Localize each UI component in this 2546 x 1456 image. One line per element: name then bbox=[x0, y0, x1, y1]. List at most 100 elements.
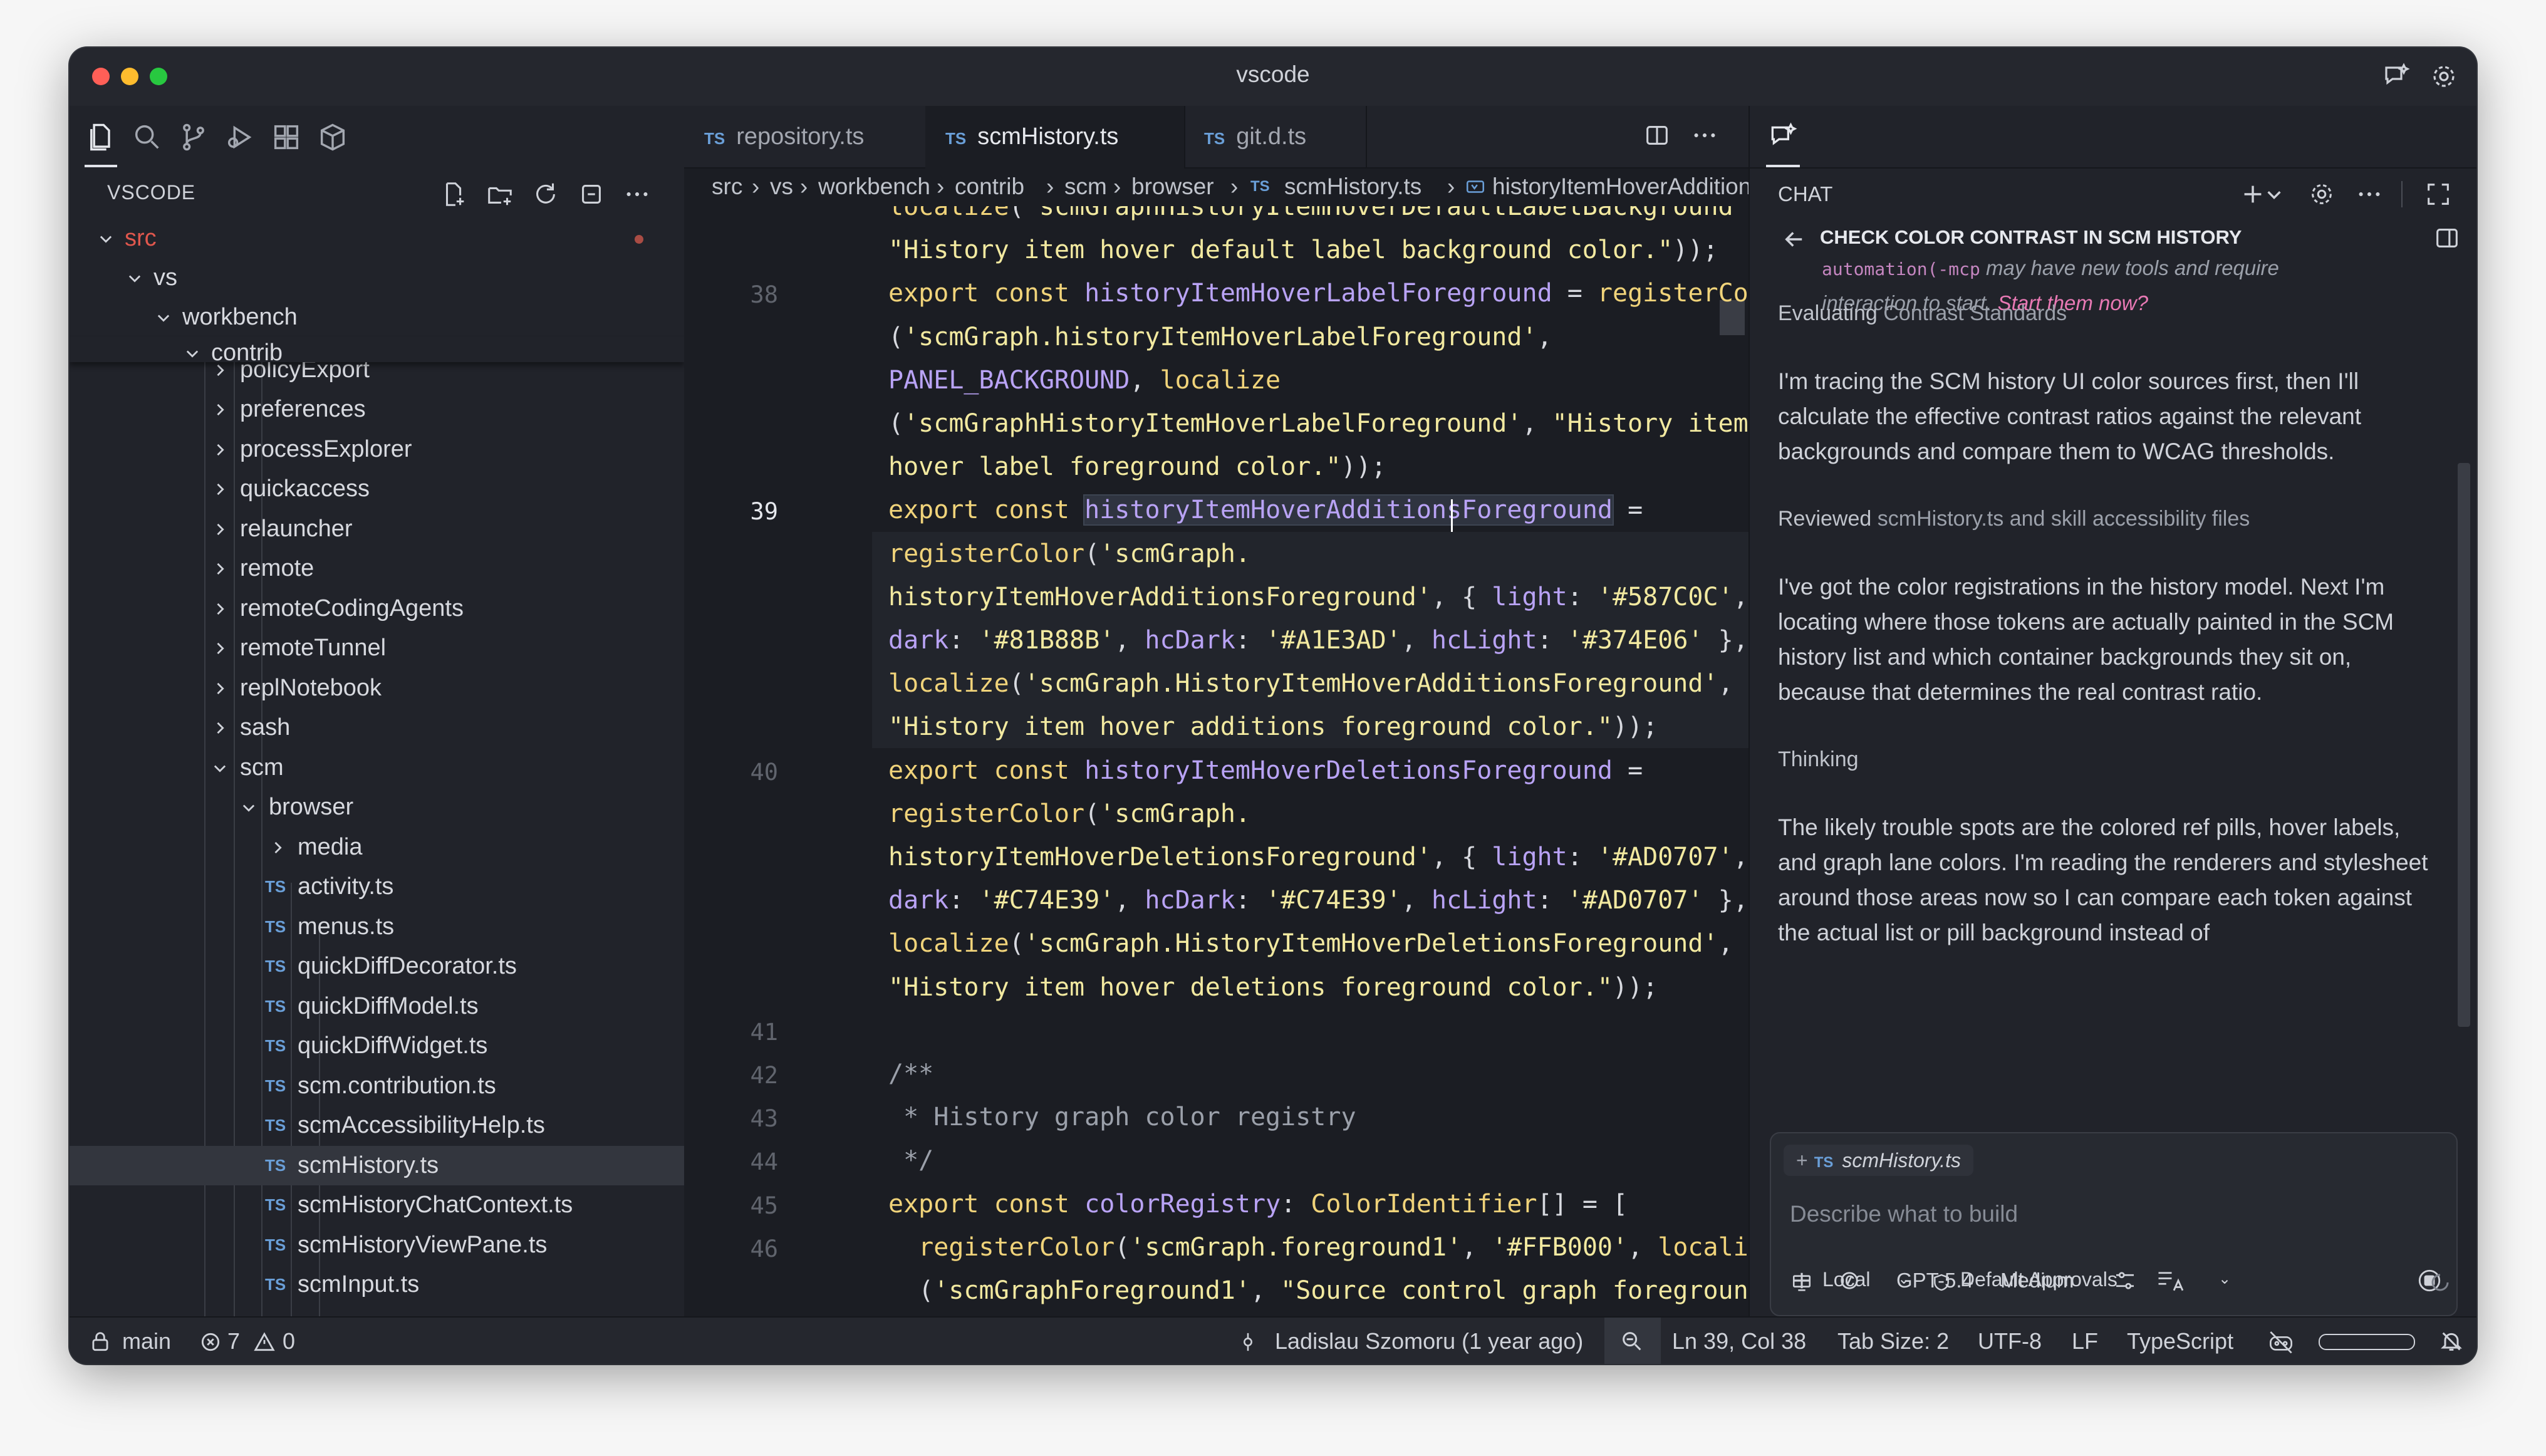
tree-folder-preferences[interactable]: preferences bbox=[70, 390, 684, 429]
code-view[interactable]: localize('scmGraphHistoryItemHoverDefaul… bbox=[684, 206, 1748, 1316]
tree-folder-sash[interactable]: sash bbox=[70, 708, 684, 747]
code-line[interactable]: hover label foreground color.")); bbox=[888, 452, 1386, 481]
code-line[interactable]: localize('scmGraph.HistoryItemHoverAddit… bbox=[888, 669, 1733, 698]
breadcrumb-item[interactable]: scm bbox=[1064, 167, 1107, 206]
context-attachment[interactable]: + TS scmHistory.ts bbox=[1784, 1145, 1973, 1176]
breadcrumb-item[interactable]: scmHistory.ts bbox=[1284, 167, 1421, 206]
gear-icon[interactable] bbox=[2429, 61, 2459, 91]
tree-folder-quickaccess[interactable]: quickaccess bbox=[70, 469, 684, 509]
chevron-down-icon[interactable] bbox=[2265, 180, 2284, 209]
tab-size[interactable]: Tab Size: 2 bbox=[1837, 1318, 1949, 1364]
code-line[interactable]: export const historyItemHoverAdditionsFo… bbox=[888, 494, 1643, 526]
code-line[interactable]: registerColor('scmGraph. bbox=[888, 539, 1250, 568]
code-line[interactable]: dark: '#C74E39', hcDark: '#C74E39', hcLi… bbox=[888, 886, 1748, 915]
package-icon[interactable] bbox=[316, 121, 349, 153]
more-icon[interactable] bbox=[623, 180, 652, 209]
tree-folder-scm[interactable]: scm bbox=[70, 748, 684, 788]
code-line[interactable]: registerColor('scmGraph. bbox=[888, 799, 1250, 828]
code-line[interactable]: PANEL_BACKGROUND, localize bbox=[888, 366, 1281, 395]
extensions-icon[interactable] bbox=[270, 121, 303, 153]
code-line[interactable]: localize('scmGraphHistoryItemHoverDefaul… bbox=[888, 206, 1748, 221]
code-line[interactable]: "History item hover deletions foreground… bbox=[888, 973, 1658, 1002]
tree-folder-workbench[interactable]: workbench bbox=[70, 298, 684, 337]
tree-file-quickdiffdecorator[interactable]: TS quickDiffDecorator.ts bbox=[70, 947, 684, 986]
new-folder-icon[interactable] bbox=[486, 180, 514, 209]
breadcrumb-item[interactable]: contrib bbox=[955, 167, 1024, 206]
code-line[interactable]: "History item hover default label backgr… bbox=[888, 236, 1718, 264]
language-mode[interactable]: TypeScript bbox=[2127, 1318, 2233, 1364]
breadcrumb-item[interactable]: src bbox=[712, 167, 742, 206]
encoding[interactable]: UTF-8 bbox=[1978, 1318, 2042, 1364]
tree-folder-remotetunnel[interactable]: remoteTunnel bbox=[70, 628, 684, 668]
bell-off-icon[interactable] bbox=[2439, 1329, 2464, 1354]
approvals-picker[interactable]: Default Approvals bbox=[1960, 1265, 2117, 1294]
more-icon[interactable] bbox=[1690, 121, 1719, 150]
code-line[interactable]: export const historyItemHoverDeletionsFo… bbox=[888, 756, 1643, 785]
zoom-item[interactable] bbox=[1604, 1318, 1661, 1364]
breadcrumb-item[interactable]: workbench bbox=[818, 167, 930, 206]
code-line[interactable]: /** bbox=[888, 1059, 933, 1088]
code-line[interactable]: */ bbox=[888, 1146, 933, 1175]
refresh-icon[interactable] bbox=[531, 180, 560, 209]
breadcrumb-item[interactable]: vs bbox=[770, 167, 793, 206]
chat-toggle-icon[interactable] bbox=[2381, 61, 2411, 91]
maximize-icon[interactable] bbox=[2424, 180, 2453, 209]
code-line[interactable]: export const historyItemHoverLabelForegr… bbox=[888, 279, 1748, 308]
tree-folder-src[interactable]: src bbox=[70, 219, 684, 258]
breadcrumb-item[interactable]: browser bbox=[1131, 167, 1214, 206]
back-arrow-icon[interactable] bbox=[1781, 226, 1807, 252]
tree-file-scmaccessibilityhelp[interactable]: TS scmAccessibilityHelp.ts bbox=[70, 1106, 684, 1145]
plus-icon[interactable] bbox=[2238, 180, 2267, 209]
tree-folder-replnotebook[interactable]: replNotebook bbox=[70, 668, 684, 708]
line-ending[interactable]: LF bbox=[2072, 1318, 2098, 1364]
code-line[interactable]: ('scmGraph.historyItemHoverLabelForegrou… bbox=[888, 323, 1552, 351]
chat-icon[interactable] bbox=[1767, 121, 1799, 152]
split-editor-icon[interactable] bbox=[1643, 121, 1671, 150]
code-line[interactable]: localize('scmGraph.HistoryItemHoverDelet… bbox=[888, 929, 1733, 958]
source-control-icon[interactable] bbox=[177, 121, 210, 153]
code-line[interactable]: historyItemHoverDeletionsForeground', { … bbox=[888, 843, 1748, 871]
tree-folder-media[interactable]: media bbox=[70, 828, 684, 867]
code-line[interactable]: historyItemHoverAdditionsForeground', { … bbox=[888, 583, 1748, 611]
tree-folder-remote[interactable]: remote bbox=[70, 549, 684, 588]
collapse-all-icon[interactable] bbox=[577, 180, 606, 209]
tree-folder-processexplorer[interactable]: processExplorer bbox=[70, 430, 684, 469]
new-file-icon[interactable] bbox=[440, 180, 469, 209]
code-line[interactable]: registerColor('scmGraph.foreground1', '#… bbox=[888, 1233, 1748, 1262]
chat-input[interactable]: Describe what to build bbox=[1790, 1201, 2018, 1227]
gear-icon[interactable] bbox=[2307, 180, 2336, 209]
files-icon[interactable] bbox=[85, 121, 117, 153]
breadcrumb-item[interactable]: historyItemHoverAdditionsForeground bbox=[1492, 167, 1748, 206]
git-blame[interactable]: Ladislau Szomoru (1 year ago) bbox=[1275, 1318, 1583, 1364]
sidebar-toggle-icon[interactable] bbox=[2433, 224, 2461, 252]
code-line[interactable]: dark: '#81B88B', hcDark: '#A1E3AD', hcLi… bbox=[888, 626, 1748, 655]
code-line[interactable]: "History item hover additions foreground… bbox=[888, 712, 1658, 741]
tree-file-scm-contribution[interactable]: TS scm.contribution.ts bbox=[70, 1066, 684, 1106]
location-picker[interactable]: Local bbox=[1822, 1265, 1871, 1294]
copilot-icon[interactable] bbox=[2267, 1329, 2295, 1354]
code-line[interactable]: * History graph color registry bbox=[888, 1103, 1356, 1131]
tree-file-quickdiffmodel[interactable]: TS quickDiffModel.ts bbox=[70, 987, 684, 1026]
tree-file-activity[interactable]: TS activity.ts bbox=[70, 867, 684, 907]
code-line[interactable]: ('scmGraphForeground1', "Source control … bbox=[888, 1276, 1748, 1305]
tree-folder-relauncher[interactable]: relauncher bbox=[70, 509, 684, 549]
tree-file-scminput[interactable]: TS scmInput.ts bbox=[70, 1265, 684, 1304]
warning-count[interactable]: 0 bbox=[283, 1318, 295, 1364]
tree-folder-browser[interactable]: browser bbox=[70, 788, 684, 827]
tab-repository[interactable]: TS repository.ts bbox=[684, 106, 927, 167]
more-icon[interactable] bbox=[2355, 180, 2384, 209]
chat-scrollbar[interactable] bbox=[2458, 463, 2470, 1027]
tree-file-menus[interactable]: TS menus.ts bbox=[70, 907, 684, 947]
tree-file-scmhistorychatcontext[interactable]: TS scmHistoryChatContext.ts bbox=[70, 1185, 684, 1225]
tab-scmhistory[interactable]: TS scmHistory.ts bbox=[925, 106, 1185, 169]
cursor-position[interactable]: Ln 39, Col 38 bbox=[1672, 1318, 1806, 1364]
branch-indicator[interactable]: main bbox=[122, 1318, 171, 1364]
tree-folder-vs[interactable]: vs bbox=[70, 258, 684, 298]
tree-folder-remotecodingagents[interactable]: remoteCodingAgents bbox=[70, 589, 684, 628]
run-debug-icon[interactable] bbox=[224, 121, 256, 153]
code-line[interactable]: ('scmGraphHistoryItemHoverLabelForegroun… bbox=[888, 409, 1748, 438]
error-count[interactable]: 7 bbox=[227, 1318, 240, 1364]
tab-git-d[interactable]: TS git.d.ts bbox=[1184, 106, 1367, 167]
code-line[interactable]: export const colorRegistry: ColorIdentif… bbox=[888, 1190, 1628, 1219]
tree-folder-contrib[interactable]: contrib bbox=[70, 337, 684, 362]
